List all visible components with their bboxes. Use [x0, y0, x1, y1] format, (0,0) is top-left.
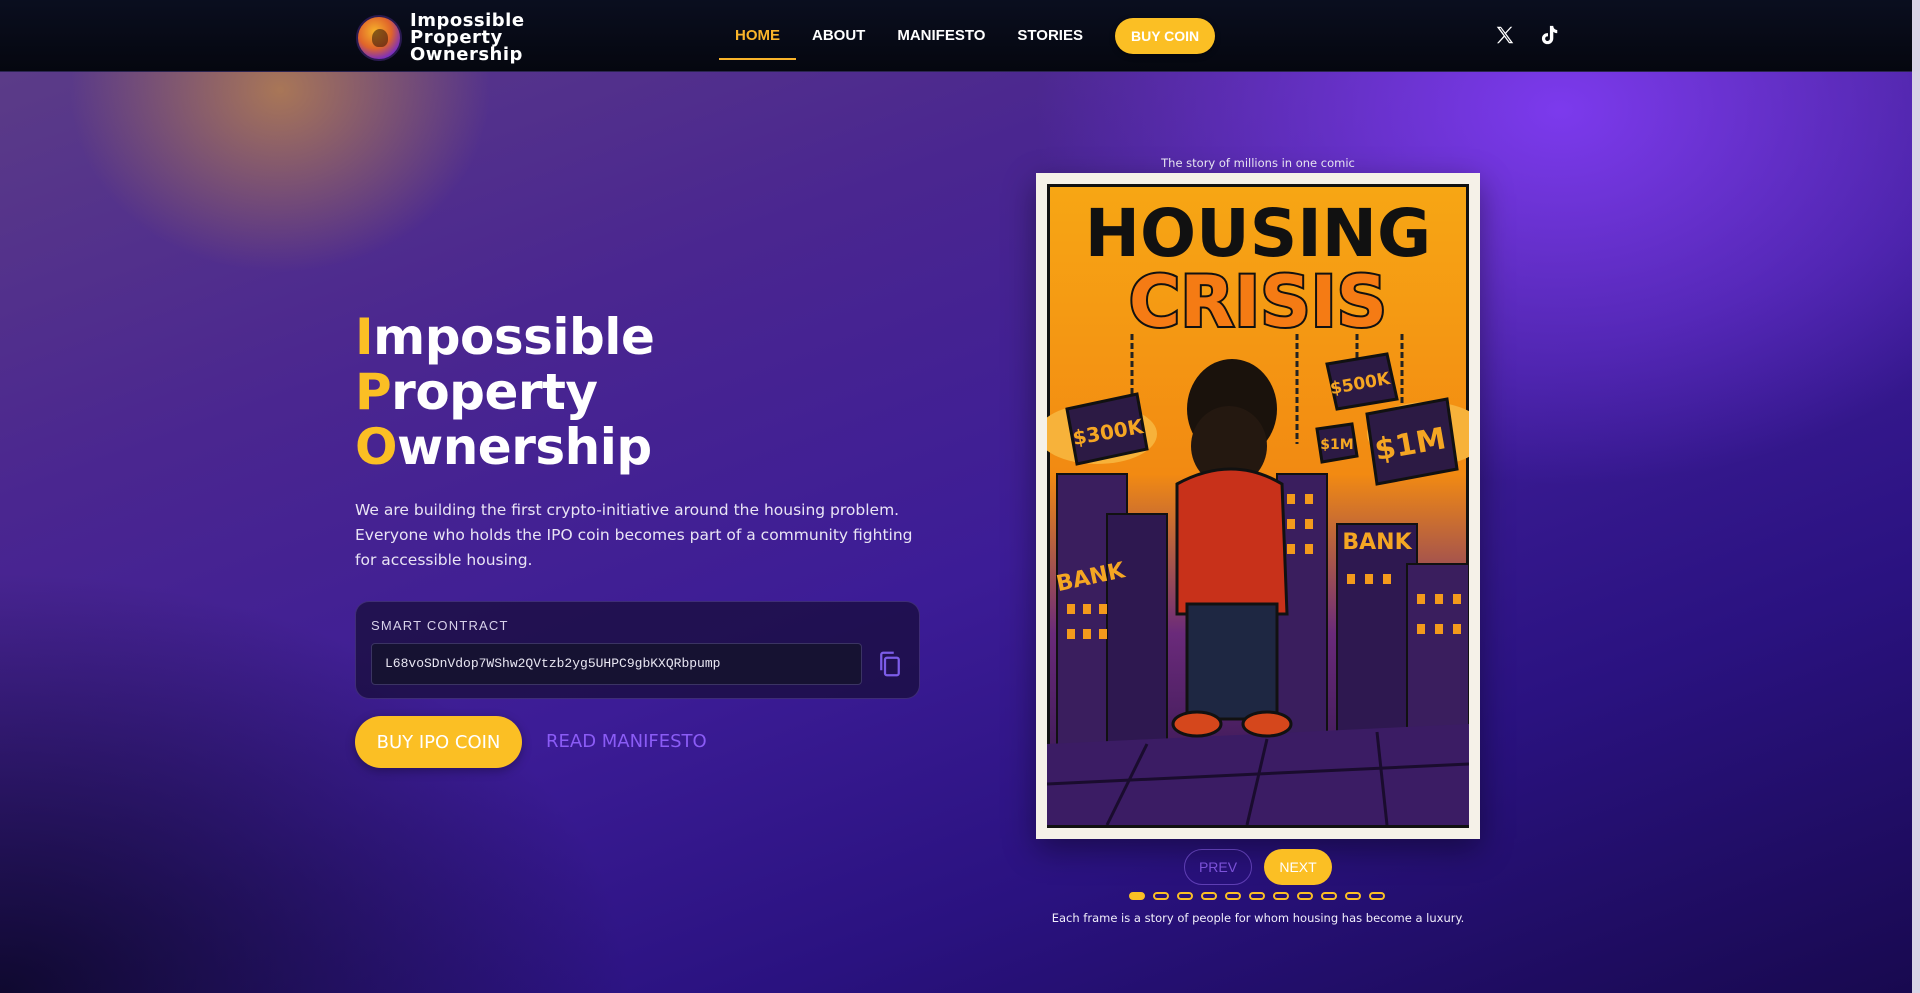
- comic-price-tag-3: $1M: [1320, 437, 1353, 453]
- comic-pagination-dots: [1129, 892, 1385, 900]
- hero-title-line-3: Ownership: [355, 420, 654, 475]
- hero-description: We are building the first crypto-initiat…: [355, 501, 913, 569]
- top-navbar: Impossible Property Ownership HOME ABOUT…: [0, 0, 1912, 72]
- nav-about[interactable]: ABOUT: [796, 0, 881, 72]
- comic-illustration: HOUSING CRISIS $300K $500K $1M $1M BANK …: [1047, 184, 1469, 828]
- pagination-dot[interactable]: [1153, 892, 1169, 900]
- nav-stories[interactable]: STORIES: [1001, 0, 1099, 72]
- nav-home[interactable]: HOME: [719, 0, 796, 72]
- hero-title-word-1: mpossible: [373, 308, 655, 366]
- hero-title: Impossible Property Ownership: [355, 308, 655, 475]
- smart-contract-label: SMART CONTRACT: [371, 618, 509, 633]
- comic-sign-bank-right: BANK: [1342, 530, 1412, 555]
- hero-title-line-1: Impossible: [355, 308, 655, 366]
- background-shade: [0, 0, 1920, 993]
- pagination-dot[interactable]: [1249, 892, 1265, 900]
- tiktok-icon[interactable]: [1536, 22, 1562, 48]
- buy-ipo-coin-button[interactable]: BUY IPO COIN: [355, 716, 522, 768]
- copy-icon[interactable]: [875, 649, 905, 679]
- nav-manifesto[interactable]: MANIFESTO: [881, 0, 1001, 72]
- social-links: [1492, 22, 1562, 48]
- pagination-dot[interactable]: [1201, 892, 1217, 900]
- contract-address-field[interactable]: L68voSDnVdop7WShw2QVtzb2yg5UHPC9gbKXQRbp…: [371, 643, 862, 685]
- brand-logo: [356, 14, 402, 61]
- pagination-dot[interactable]: [1369, 892, 1385, 900]
- pagination-dot[interactable]: [1297, 892, 1313, 900]
- comic-title-bottom: CRISIS: [1129, 261, 1387, 343]
- hero-title-word-2: roperty: [391, 363, 598, 421]
- x-icon[interactable]: [1492, 22, 1518, 48]
- hero-title-line-2: Property: [355, 365, 654, 420]
- hero-title-initial-i: I: [355, 308, 374, 366]
- prev-button[interactable]: PREV: [1184, 849, 1252, 885]
- pagination-dot[interactable]: [1225, 892, 1241, 900]
- comic-pager: PREV NEXT: [1184, 849, 1332, 885]
- brand[interactable]: Impossible Property Ownership: [356, 12, 525, 65]
- smart-contract-card: SMART CONTRACT L68voSDnVdop7WShw2QVtzb2y…: [355, 601, 920, 699]
- hero-title-initial-p: P: [355, 363, 392, 421]
- pagination-dot[interactable]: [1321, 892, 1337, 900]
- pagination-dot[interactable]: [1345, 892, 1361, 900]
- main-menu: HOME ABOUT MANIFESTO STORIES BUY COIN: [719, 0, 1216, 72]
- brand-name-line-3: Ownership: [410, 44, 523, 65]
- pagination-dot[interactable]: [1129, 892, 1145, 900]
- comic-image: HOUSING CRISIS $300K $500K $1M $1M BANK …: [1036, 173, 1480, 839]
- hero-title-initial-o: O: [355, 418, 398, 476]
- pagination-dot[interactable]: [1273, 892, 1289, 900]
- nav-buy-coin-button[interactable]: BUY COIN: [1114, 18, 1216, 54]
- pagination-dot[interactable]: [1177, 892, 1193, 900]
- comic-footnote: Each frame is a story of people for whom…: [1051, 911, 1465, 925]
- hero-title-word-3: wnership: [397, 418, 652, 476]
- read-manifesto-link[interactable]: READ MANIFESTO: [546, 716, 707, 768]
- scrollbar[interactable]: [1912, 0, 1920, 993]
- brand-name: Impossible Property Ownership: [410, 12, 525, 65]
- comic-caption: The story of millions in one comic: [1161, 156, 1355, 170]
- next-button[interactable]: NEXT: [1264, 849, 1332, 885]
